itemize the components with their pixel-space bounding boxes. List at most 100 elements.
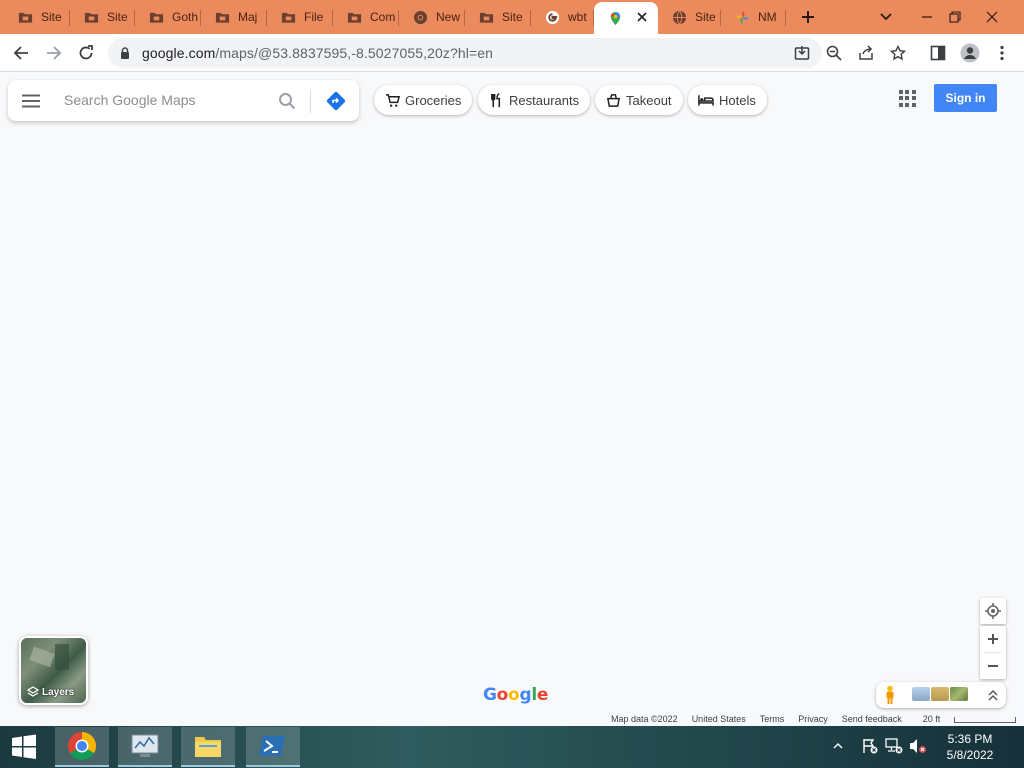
side-panel-button[interactable] [924, 39, 952, 67]
directions-button[interactable] [324, 89, 348, 113]
back-button[interactable] [7, 39, 35, 67]
zoom-out-button[interactable] [980, 653, 1006, 679]
hamburger-icon [22, 94, 40, 108]
pegman-button[interactable] [882, 685, 898, 705]
taskbar-chrome[interactable] [55, 727, 109, 767]
show-hidden-icons-button[interactable] [828, 736, 848, 756]
layers-button[interactable]: Layers [19, 636, 88, 705]
hamburger-menu-button[interactable] [20, 90, 42, 112]
share-icon [859, 45, 873, 60]
taskbar-system-monitor[interactable] [118, 727, 172, 767]
maximize-button[interactable] [938, 0, 972, 34]
address-bar[interactable]: google.com/maps/@53.8837595,-8.5027055,2… [108, 38, 822, 68]
search-input[interactable] [64, 88, 274, 112]
browser-tab[interactable]: Site [465, 2, 531, 32]
minus-icon [988, 665, 998, 667]
globe-icon [672, 10, 687, 25]
reload-button[interactable] [72, 39, 100, 67]
scale-bar [954, 716, 1017, 723]
forward-button[interactable] [40, 39, 68, 67]
folder-icon [84, 10, 99, 25]
minimize-icon [922, 16, 932, 18]
country-link[interactable]: United States [692, 714, 746, 724]
browser-tab[interactable]: File [267, 2, 333, 32]
zoom-controls [980, 626, 1006, 679]
taskbar-powershell[interactable] [246, 727, 300, 767]
browser-tab-active[interactable] [594, 2, 658, 34]
windows-taskbar: 5:36 PM 5/8/2022 [0, 726, 1024, 768]
start-button[interactable] [0, 727, 48, 767]
clock-date: 5/8/2022 [946, 748, 994, 762]
folder-icon [215, 10, 230, 25]
folder-icon [18, 10, 33, 25]
chip-groceries[interactable]: Groceries [374, 85, 473, 115]
new-tab-button[interactable] [796, 5, 820, 29]
zoom-out-icon [826, 45, 842, 61]
clock-time: 5:36 PM [947, 732, 993, 746]
browser-tab[interactable]: Site [658, 2, 721, 32]
maps-canvas[interactable]: Groceries Restaurants Takeout Hotels Sig… [0, 72, 1024, 726]
folder-icon [479, 10, 494, 25]
close-window-button[interactable] [975, 0, 1009, 34]
zoom-button[interactable] [820, 39, 848, 67]
terms-link[interactable]: Terms [760, 714, 785, 724]
send-feedback-link[interactable]: Send feedback [842, 714, 902, 724]
privacy-link[interactable]: Privacy [798, 714, 828, 724]
network-status[interactable] [884, 736, 904, 756]
browser-tab[interactable]: NM [721, 2, 786, 32]
taskbar-file-explorer[interactable] [181, 727, 235, 767]
kebab-menu-icon [1000, 45, 1004, 61]
powershell-icon [259, 736, 285, 756]
scale-control[interactable]: 20 ft [916, 714, 1024, 724]
search-box [8, 80, 359, 121]
browser-tab[interactable]: wbt [531, 2, 594, 32]
browser-tab[interactable]: Site [70, 2, 135, 32]
browser-tab[interactable]: Maj [201, 2, 267, 32]
sign-in-button[interactable]: Sign in [934, 84, 997, 112]
install-app-button[interactable] [788, 39, 816, 67]
chrome-icon [68, 732, 96, 760]
network-icon [885, 738, 903, 754]
imagery-thumbnail[interactable] [912, 687, 930, 701]
divider [310, 89, 311, 113]
close-tab-icon[interactable] [635, 10, 649, 24]
chip-restaurants[interactable]: Restaurants [478, 85, 591, 115]
imagery-thumbnail[interactable] [950, 687, 968, 701]
zoom-in-button[interactable] [980, 626, 1006, 652]
photos-pinwheel-icon [735, 10, 750, 25]
windows-logo-icon [12, 734, 36, 759]
imagery-thumbnail[interactable] [931, 687, 949, 701]
system-clock[interactable]: 5:36 PM 5/8/2022 [936, 731, 1004, 763]
browser-toolbar: google.com/maps/@53.8837595,-8.5027055,2… [0, 34, 1024, 72]
tab-search-button[interactable] [869, 0, 903, 34]
my-location-icon [985, 603, 1001, 619]
browser-menu-button[interactable] [988, 39, 1016, 67]
restaurant-icon [488, 92, 504, 108]
browser-tab[interactable]: New [399, 2, 465, 32]
google-g-icon [545, 10, 560, 25]
arrow-right-icon [47, 46, 62, 60]
action-center-flag[interactable] [860, 736, 880, 756]
lock-icon [121, 46, 129, 59]
volume-control[interactable] [908, 736, 928, 756]
bookmark-button[interactable] [884, 39, 912, 67]
browser-tab[interactable]: Goth [135, 2, 201, 32]
map-footer: Map data ©2022 United States Terms Priva… [604, 712, 1024, 726]
chip-hotels[interactable]: Hotels [688, 85, 767, 115]
search-button[interactable] [276, 90, 298, 112]
expand-imagery-button[interactable] [984, 685, 1002, 705]
chevron-up-icon [833, 743, 843, 749]
folder-icon [347, 10, 362, 25]
pegman-icon [886, 685, 894, 704]
google-apps-button[interactable] [897, 88, 917, 108]
chip-takeout[interactable]: Takeout [595, 85, 683, 115]
bed-icon [698, 92, 714, 108]
monitor-icon [131, 734, 159, 757]
share-button[interactable] [852, 39, 880, 67]
browser-tab[interactable]: Site [4, 2, 70, 32]
profile-button[interactable] [956, 39, 984, 67]
arrow-left-icon [13, 46, 28, 60]
browser-tab[interactable]: Com [333, 2, 399, 32]
my-location-button[interactable] [980, 598, 1006, 624]
plus-icon [802, 11, 814, 23]
